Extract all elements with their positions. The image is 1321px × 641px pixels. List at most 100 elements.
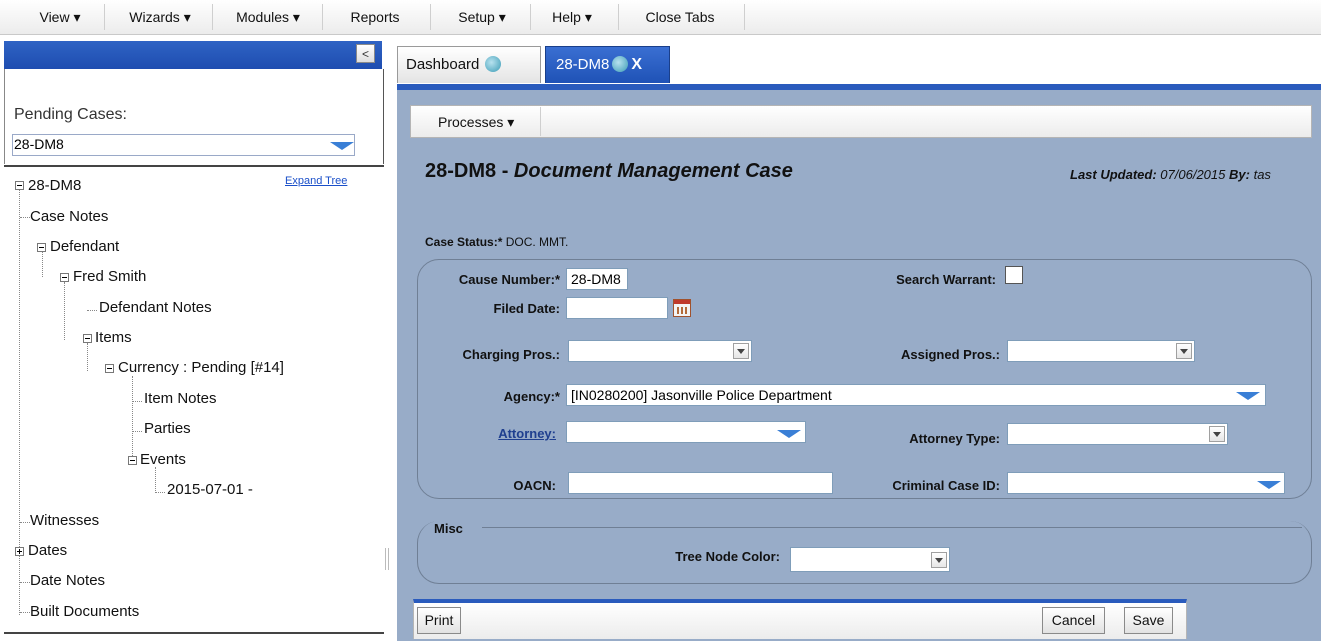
tree-connector bbox=[87, 343, 88, 371]
tree-collapse-icon[interactable] bbox=[128, 456, 137, 465]
menu-reports[interactable]: Reports bbox=[330, 0, 420, 34]
misc-legend: Misc bbox=[434, 521, 467, 536]
attorney-type-label: Attorney Type: bbox=[909, 431, 1000, 446]
processes-toolbar bbox=[410, 105, 1312, 138]
cancel-button[interactable]: Cancel bbox=[1042, 607, 1105, 634]
menu-separator bbox=[530, 4, 531, 30]
tree-collapse-icon[interactable] bbox=[15, 181, 24, 190]
menu-separator bbox=[212, 4, 213, 30]
tree-connector bbox=[155, 492, 165, 493]
cause-number-label: Cause Number:* bbox=[458, 272, 560, 287]
case-status-label: Case Status:* bbox=[425, 235, 503, 249]
cause-number-field[interactable]: 28-DM8 bbox=[566, 268, 628, 290]
collapse-panel-button[interactable]: < bbox=[356, 44, 375, 63]
panel-splitter-handle[interactable] bbox=[385, 548, 389, 570]
search-warrant-checkbox[interactable] bbox=[1005, 266, 1023, 284]
tree-node-defendant-notes[interactable]: Defendant Notes bbox=[99, 299, 212, 316]
tree-node-events[interactable]: Events bbox=[140, 451, 186, 468]
charging-pros-select[interactable] bbox=[568, 340, 752, 362]
menu-modules[interactable]: Modules ▾ bbox=[220, 0, 316, 34]
expand-tree-link[interactable]: Expand Tree bbox=[285, 175, 347, 187]
case-type: Document Management Case bbox=[513, 160, 793, 182]
case-status: Case Status:* DOC. MMT. bbox=[425, 235, 568, 249]
chevron-down-icon[interactable] bbox=[1257, 481, 1281, 489]
close-tab-icon[interactable]: X bbox=[631, 56, 642, 73]
tree-expand-icon[interactable] bbox=[15, 547, 24, 556]
filed-date-field[interactable] bbox=[566, 297, 668, 319]
pending-cases-label: Pending Cases: bbox=[14, 106, 127, 123]
criminal-case-id-combobox[interactable] bbox=[1007, 472, 1285, 494]
save-button[interactable]: Save bbox=[1124, 607, 1173, 634]
tree-collapse-icon[interactable] bbox=[105, 364, 114, 373]
tab-case-label: 28-DM8 bbox=[556, 56, 610, 73]
tree-connector bbox=[87, 310, 97, 311]
tree-connector bbox=[132, 431, 142, 432]
tree-collapse-icon[interactable] bbox=[37, 243, 46, 252]
search-warrant-label: Search Warrant: bbox=[896, 272, 996, 287]
tree-node-color-select[interactable] bbox=[790, 547, 950, 572]
tree-connector bbox=[20, 612, 30, 613]
oacn-field[interactable] bbox=[568, 472, 833, 494]
tree-node-defendant[interactable]: Defendant bbox=[50, 238, 119, 255]
tree-node-item-notes[interactable]: Item Notes bbox=[144, 390, 217, 407]
misc-divider bbox=[482, 527, 1302, 528]
chevron-down-icon bbox=[931, 552, 947, 568]
menu-separator bbox=[430, 4, 431, 30]
tree-connector bbox=[132, 376, 133, 462]
tree-node-fred-smith[interactable]: Fred Smith bbox=[73, 268, 146, 285]
divider bbox=[4, 632, 384, 634]
tree-collapse-icon[interactable] bbox=[83, 334, 92, 343]
print-button[interactable]: Print bbox=[417, 607, 461, 634]
menu-view[interactable]: View ▾ bbox=[20, 0, 100, 34]
attorney-combobox[interactable] bbox=[566, 421, 806, 443]
case-id: 28-DM8 bbox=[425, 160, 497, 182]
chevron-down-icon[interactable] bbox=[777, 430, 801, 438]
chevron-down-icon[interactable] bbox=[330, 142, 354, 150]
tree-node-color-label: Tree Node Color: bbox=[675, 549, 780, 564]
charging-pros-label: Charging Pros.: bbox=[462, 347, 560, 362]
tree-node-date-notes[interactable]: Date Notes bbox=[30, 572, 105, 589]
tree-node-built-documents[interactable]: Built Documents bbox=[30, 603, 139, 620]
assigned-pros-select[interactable] bbox=[1007, 340, 1195, 362]
attorney-type-select[interactable] bbox=[1007, 423, 1228, 445]
menu-separator bbox=[744, 4, 745, 30]
tree-node-currency[interactable]: Currency : Pending [#14] bbox=[118, 359, 284, 376]
tree-node-dates[interactable]: Dates bbox=[28, 542, 67, 559]
tree-collapse-icon[interactable] bbox=[60, 273, 69, 282]
menu-separator bbox=[322, 4, 323, 30]
menu-help[interactable]: Help ▾ bbox=[534, 0, 610, 34]
processes-menu-button[interactable]: Processes ▾ bbox=[438, 114, 514, 131]
tree-connector bbox=[42, 252, 43, 277]
tree-node-witnesses[interactable]: Witnesses bbox=[30, 512, 99, 529]
chevron-down-icon[interactable] bbox=[1236, 392, 1260, 400]
page-title: 28-DM8 - Document Management Case bbox=[425, 160, 793, 183]
tree-node-event-date[interactable]: 2015-07-01 - bbox=[167, 481, 253, 498]
tree-connector bbox=[155, 467, 156, 493]
chevron-down-icon bbox=[1176, 343, 1192, 359]
tree-node-case[interactable]: 28-DM8 bbox=[28, 177, 81, 194]
tree-connector bbox=[20, 217, 30, 218]
attorney-link[interactable]: Attorney: bbox=[420, 426, 556, 441]
tab-dashboard[interactable]: Dashboard bbox=[397, 46, 541, 83]
tree-connector bbox=[64, 282, 65, 340]
tree-node-parties[interactable]: Parties bbox=[144, 420, 191, 437]
menu-setup[interactable]: Setup ▾ bbox=[440, 0, 524, 34]
menu-close-tabs[interactable]: Close Tabs bbox=[624, 0, 736, 34]
tree-node-items[interactable]: Items bbox=[95, 329, 132, 346]
menu-wizards[interactable]: Wizards ▾ bbox=[112, 0, 208, 34]
menu-separator bbox=[618, 4, 619, 30]
tree-connector bbox=[20, 582, 30, 583]
agency-combobox[interactable]: [IN0280200] Jasonville Police Department bbox=[566, 384, 1266, 406]
tree-node-case-notes[interactable]: Case Notes bbox=[30, 208, 108, 225]
pending-cases-value: 28-DM8 bbox=[14, 136, 64, 152]
refresh-icon[interactable] bbox=[485, 56, 502, 73]
last-updated-value: 07/06/2015 bbox=[1160, 167, 1226, 182]
case-status-value: DOC. MMT. bbox=[505, 235, 569, 249]
last-updated-label: Last Updated: bbox=[1070, 167, 1157, 182]
left-panel-header bbox=[4, 41, 382, 69]
refresh-icon[interactable] bbox=[612, 56, 629, 73]
calendar-icon[interactable] bbox=[673, 299, 691, 317]
criminal-case-id-label: Criminal Case ID: bbox=[892, 478, 1000, 493]
updated-by-value: tas bbox=[1253, 167, 1271, 182]
tab-case[interactable]: 28-DM8 X bbox=[545, 46, 670, 83]
